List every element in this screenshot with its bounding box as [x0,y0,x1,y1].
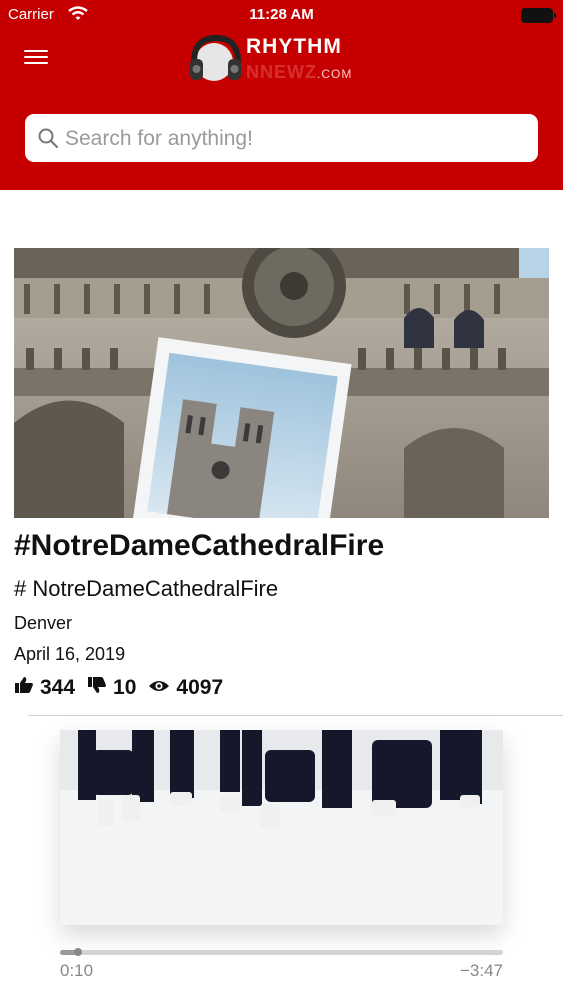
elapsed-time: 0:10 [60,961,94,980]
progress-track[interactable] [60,948,503,956]
search-icon [37,127,59,154]
post-image[interactable] [14,248,549,518]
logo-subtitle: NNEWZ.COM [246,62,352,83]
search-bar[interactable] [25,114,538,164]
video-frame [60,730,503,925]
logo-sub-text: NNEWZ [246,62,317,82]
dislikes-count: 10 [113,676,137,699]
menu-icon[interactable] [24,46,48,68]
progress-handle[interactable] [73,948,82,956]
remaining-time: −3:47 [459,961,503,980]
thumbs-down-icon[interactable] [87,676,107,700]
post-stats: 344 10 4097 [14,676,235,700]
search-input[interactable] [63,114,527,164]
status-bar: Carrier 11:28 AM [0,0,563,30]
divider [28,715,563,716]
logo-domain: .COM [317,67,353,81]
app-header: RHYTHM NNEWZ.COM [0,30,563,190]
post-title[interactable]: #NotreDameCathedralFire [14,529,384,563]
post-location: Denver [14,613,73,633]
thumbs-up-icon[interactable] [14,676,34,700]
likes-count: 344 [40,676,76,699]
eye-icon [148,676,170,700]
headphones-logo-icon [190,34,241,81]
post-card[interactable] [14,248,549,518]
post-subtitle: # NotreDameCathedralFire [14,576,279,601]
media-player[interactable] [60,730,503,925]
clock: 11:28 AM [249,6,314,23]
views-count: 4097 [176,676,224,699]
logo-title: RHYTHM [246,35,342,58]
app-logo: RHYTHM NNEWZ.COM [188,32,388,92]
post-date: April 16, 2019 [14,644,126,664]
battery-icon [521,8,556,23]
